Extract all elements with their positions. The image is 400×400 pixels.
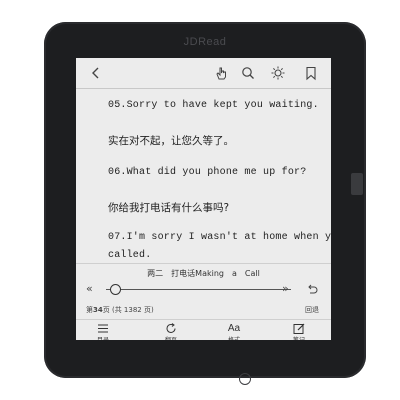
toolbar-format-button[interactable]: Aa 格式 bbox=[219, 323, 249, 340]
page-total: 页 (共 1382 页) bbox=[102, 306, 154, 314]
reader-screen: 05.Sorry to have kept you waiting. 实在对不起… bbox=[76, 58, 331, 340]
brightness-icon[interactable] bbox=[270, 65, 286, 81]
refresh-icon bbox=[166, 323, 176, 333]
text-line: 07.I'm sorry I wasn't at home when you bbox=[108, 232, 331, 243]
page-prefix: 第 bbox=[86, 306, 93, 314]
page-turn-side-button[interactable] bbox=[351, 173, 363, 195]
font-format-icon: Aa bbox=[227, 323, 241, 334]
toolbar-label: 笔记 bbox=[284, 335, 314, 340]
progress-track[interactable] bbox=[106, 289, 291, 290]
reader-topbar bbox=[76, 58, 331, 89]
page-info: 第34页 (共 1382 页) bbox=[86, 305, 154, 315]
toolbar-label: 格式 bbox=[219, 335, 249, 340]
bookmark-icon[interactable] bbox=[303, 65, 319, 81]
text-line: 实在对不起，让您久等了。 bbox=[108, 135, 234, 147]
page-current: 34 bbox=[93, 306, 103, 314]
progress-row: « » bbox=[76, 282, 331, 298]
toolbar-page-turn-button[interactable]: 翻页 bbox=[156, 323, 186, 340]
text-line: called. bbox=[108, 250, 152, 261]
next-chapter-icon[interactable]: » bbox=[282, 282, 289, 295]
chapter-title: 两二 打电话Making a Call bbox=[147, 269, 260, 278]
toolbar-contents-button[interactable]: 目录 bbox=[88, 323, 118, 340]
back-icon[interactable] bbox=[88, 65, 104, 81]
toolbar-label: 翻页 bbox=[156, 335, 186, 340]
return-label[interactable]: 回退 bbox=[305, 305, 319, 315]
note-edit-icon bbox=[293, 323, 305, 334]
text-line: 05.Sorry to have kept you waiting. bbox=[108, 100, 319, 111]
brand-logo: JDRead bbox=[183, 36, 227, 48]
toolbar-label: 目录 bbox=[88, 335, 118, 340]
menu-list-icon bbox=[98, 324, 108, 333]
text-line: 你给我打电话有什么事吗? bbox=[108, 202, 230, 214]
hand-touch-icon[interactable] bbox=[213, 65, 229, 81]
toolbar-notes-button[interactable]: 笔记 bbox=[284, 323, 314, 340]
progress-slider-handle[interactable] bbox=[110, 284, 122, 295]
return-icon[interactable] bbox=[306, 283, 318, 295]
reader-bottom-panel: 两二 打电话Making a Call « » 第34页 (共 1382 页) … bbox=[76, 263, 331, 340]
previous-chapter-icon[interactable]: « bbox=[86, 282, 93, 295]
search-icon[interactable] bbox=[240, 65, 256, 81]
home-button[interactable] bbox=[239, 373, 251, 385]
text-line: 06.What did you phone me up for? bbox=[108, 167, 307, 178]
reader-toolbar: 目录 翻页 Aa 格式 笔记 bbox=[76, 319, 331, 340]
